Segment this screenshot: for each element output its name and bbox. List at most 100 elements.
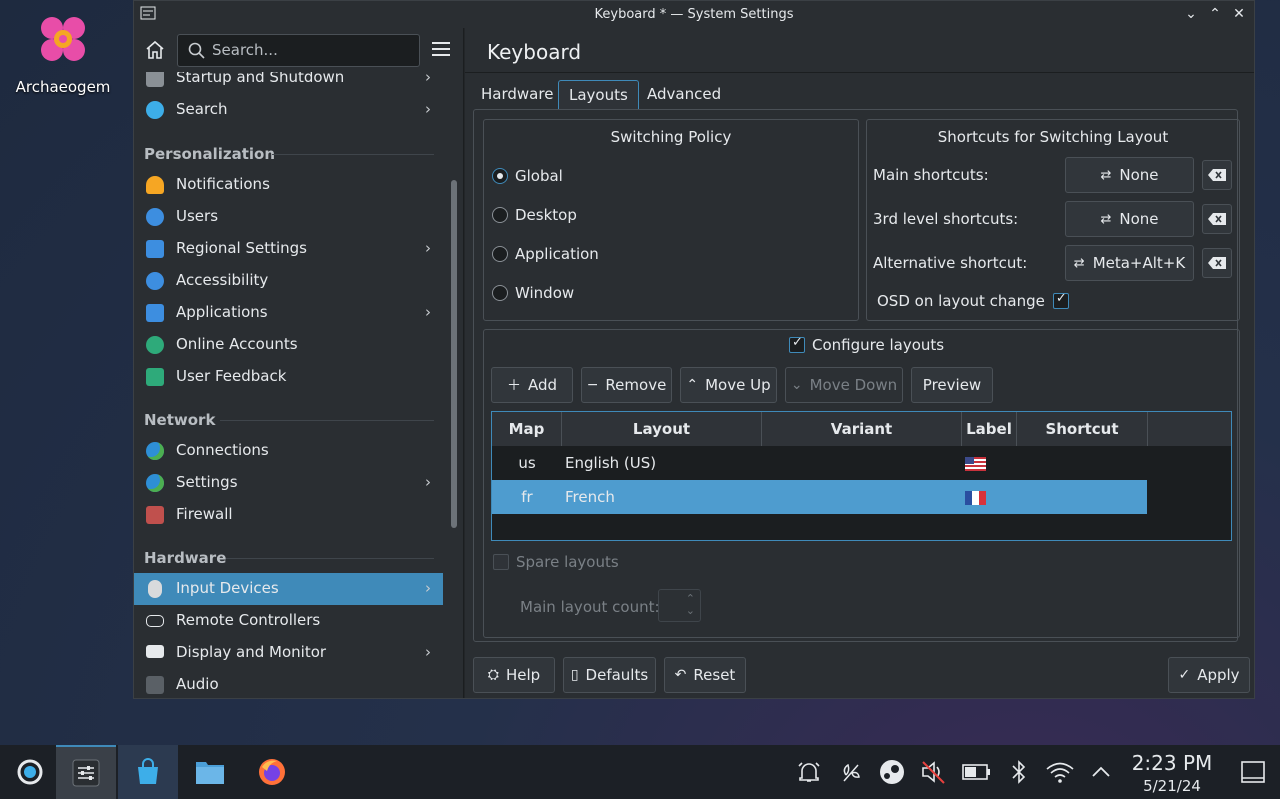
spare-layouts-toggle[interactable]: Spare layouts (493, 553, 619, 571)
table-row-selected[interactable]: fr French (492, 480, 1147, 514)
battery-tray-icon[interactable] (962, 757, 992, 787)
sidebar-item-notifications[interactable]: Notifications (134, 169, 443, 201)
alternative-shortcut-button[interactable]: ⇄ Meta+Alt+K (1065, 245, 1194, 281)
volume-tray-icon[interactable] (919, 757, 949, 787)
table-row[interactable]: us English (US) (492, 446, 1147, 480)
radio-desktop[interactable]: Desktop (492, 206, 577, 224)
radio-button[interactable] (492, 285, 508, 301)
spin-down-icon[interactable]: ⌄ (686, 604, 695, 617)
hamburger-menu-icon[interactable] (432, 42, 450, 56)
radio-button[interactable] (492, 168, 508, 184)
task-file-manager[interactable] (180, 745, 240, 799)
accessibility-icon (146, 272, 164, 290)
sidebar-item-users[interactable]: Users (134, 201, 443, 233)
updates-tray-icon[interactable] (836, 757, 866, 787)
maximize-icon[interactable]: ⌃ (1206, 1, 1224, 28)
column-header-shortcut[interactable]: Shortcut (1017, 412, 1148, 446)
speaker-icon (146, 676, 164, 694)
close-icon[interactable]: ✕ (1230, 1, 1248, 28)
column-header-label[interactable]: Label (962, 412, 1017, 446)
globe-icon (146, 474, 164, 492)
column-header-map[interactable]: Map (492, 412, 562, 446)
task-discover[interactable] (118, 745, 178, 799)
chevron-up-icon (1092, 766, 1110, 777)
sidebar-item-audio[interactable]: Audio (134, 669, 443, 698)
add-layout-button[interactable]: ＋ Add (491, 367, 573, 403)
heading-divider (272, 154, 434, 155)
sidebar-item-network-settings[interactable]: Settings › (134, 467, 443, 499)
sidebar-item-firewall[interactable]: Firewall (134, 499, 443, 531)
show-hidden-tray-icon[interactable] (1086, 757, 1116, 787)
radio-button[interactable] (492, 246, 508, 262)
sidebar-item-startup-and-shutdown[interactable]: Startup and Shutdown › (134, 72, 443, 94)
main-shortcuts-label: Main shortcuts: (873, 166, 989, 184)
radio-window[interactable]: Window (492, 284, 574, 302)
column-header-filler (1148, 412, 1231, 446)
show-desktop-button[interactable] (1238, 757, 1268, 787)
tab-advanced[interactable]: Advanced (637, 80, 731, 110)
home-icon[interactable] (143, 38, 167, 62)
sidebar-scrollbar[interactable] (451, 180, 457, 528)
layouts-tab-panel: Switching Policy Global Desktop Applicat… (473, 109, 1240, 642)
configure-layouts-checkbox[interactable] (789, 335, 805, 353)
steam-tray-icon[interactable] (877, 757, 907, 787)
task-system-settings[interactable] (56, 745, 116, 799)
configure-layouts-toggle[interactable]: Configure layouts (789, 335, 944, 354)
help-button[interactable]: ⛭ Help (473, 657, 555, 693)
osd-checkbox[interactable] (1052, 291, 1069, 309)
application-launcher[interactable] (0, 745, 60, 799)
preview-button[interactable]: Preview (911, 367, 993, 403)
sidebar-item-applications[interactable]: Applications › (134, 297, 443, 329)
clear-alternative-shortcut-button[interactable] (1202, 248, 1232, 278)
window-titlebar[interactable]: Keyboard * — System Settings ⌄ ⌃ ✕ (134, 1, 1254, 28)
sidebar-item-connections[interactable]: Connections (134, 435, 443, 467)
move-down-button[interactable]: ⌄ Move Down (785, 367, 903, 403)
task-firefox[interactable] (242, 745, 302, 799)
window-menu-icon[interactable] (140, 5, 156, 21)
switching-policy-group: Switching Policy Global Desktop Applicat… (483, 119, 859, 321)
chevron-right-icon: › (425, 643, 431, 661)
reset-button[interactable]: ↶ Reset (664, 657, 746, 693)
osd-on-layout-change[interactable]: OSD on layout change (877, 291, 1069, 310)
remove-layout-button[interactable]: − Remove (581, 367, 672, 403)
sidebar-item-remote-controllers[interactable]: Remote Controllers (134, 605, 443, 637)
third-level-shortcuts-label: 3rd level shortcuts: (873, 210, 1019, 228)
sidebar-item-regional-settings[interactable]: Regional Settings › (134, 233, 443, 265)
clear-third-level-shortcut-button[interactable] (1202, 204, 1232, 234)
chevron-right-icon: › (425, 579, 431, 597)
third-level-shortcuts-button[interactable]: ⇄ None (1065, 201, 1194, 237)
radio-application[interactable]: Application (492, 245, 599, 263)
tab-layouts[interactable]: Layouts (558, 80, 639, 110)
apply-button[interactable]: ✓ Apply (1168, 657, 1250, 693)
move-up-button[interactable]: ⌃ Move Up (680, 367, 777, 403)
firefox-icon (259, 759, 285, 785)
switching-policy-title: Switching Policy (610, 128, 732, 146)
undo-icon: ↶ (674, 667, 687, 683)
radio-button[interactable] (492, 207, 508, 223)
notifications-tray-icon[interactable] (794, 757, 824, 787)
search-input[interactable]: Search... (177, 34, 420, 67)
wifi-tray-icon[interactable] (1045, 757, 1075, 787)
sidebar-item-online-accounts[interactable]: Online Accounts (134, 329, 443, 361)
bluetooth-tray-icon[interactable] (1004, 757, 1034, 787)
sidebar-item-input-devices[interactable]: Input Devices › (134, 573, 443, 605)
column-header-variant[interactable]: Variant (762, 412, 962, 446)
column-header-layout[interactable]: Layout (562, 412, 762, 446)
clear-main-shortcut-button[interactable] (1202, 160, 1232, 190)
sidebar-item-display-and-monitor[interactable]: Display and Monitor › (134, 637, 443, 669)
digital-clock[interactable]: 2:23 PM 5/21/24 (1124, 751, 1220, 795)
desktop-icon-label: Archaeogem (15, 78, 111, 96)
sidebar-item-search[interactable]: Search › (134, 94, 443, 126)
main-shortcuts-button[interactable]: ⇄ None (1065, 157, 1194, 193)
minimize-icon[interactable]: ⌄ (1182, 1, 1200, 28)
desktop-icon-archaeogem[interactable]: Archaeogem (10, 14, 116, 96)
help-icon: ⛭ (487, 667, 499, 683)
sidebar-item-user-feedback[interactable]: User Feedback (134, 361, 443, 393)
heading-divider (220, 420, 434, 421)
tab-hardware[interactable]: Hardware (471, 80, 563, 110)
radio-global[interactable]: Global (492, 167, 563, 185)
defaults-button[interactable]: ▯ Defaults (563, 657, 656, 693)
spare-layouts-checkbox[interactable] (493, 554, 509, 570)
main-layout-count-spinbox[interactable]: ⌃ ⌄ (658, 589, 701, 622)
sidebar-item-accessibility[interactable]: Accessibility (134, 265, 443, 297)
